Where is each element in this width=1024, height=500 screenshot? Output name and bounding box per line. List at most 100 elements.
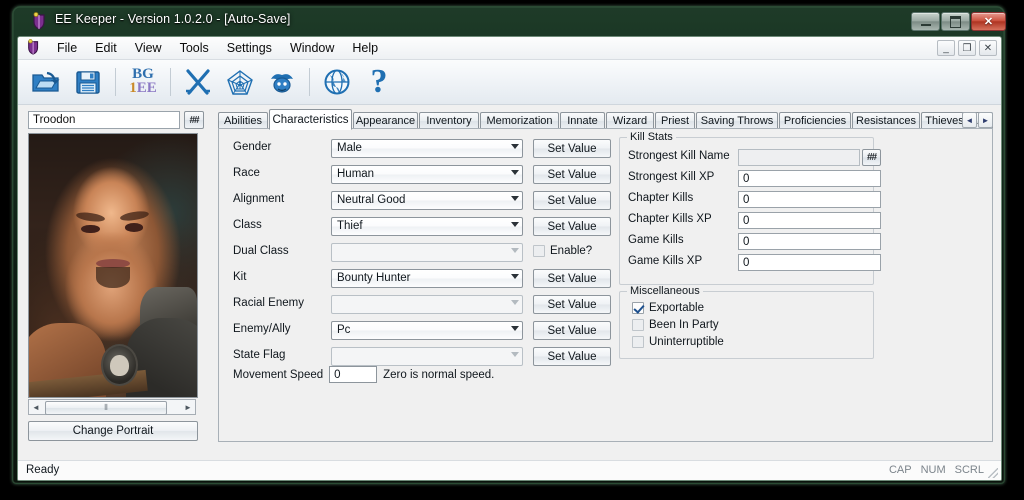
- globe-icon[interactable]: [317, 62, 357, 102]
- menu-item-tools[interactable]: Tools: [171, 39, 218, 57]
- enemy-ally-combobox[interactable]: Pc: [331, 321, 523, 340]
- change-portrait-button[interactable]: Change Portrait: [28, 421, 198, 441]
- been-in-party-label: Been In Party: [649, 319, 719, 331]
- window-title: EE Keeper - Version 1.0.2.0 - [Auto-Save…: [55, 12, 291, 26]
- tab-scroll-prev-icon[interactable]: ◄: [962, 112, 977, 128]
- window-maximize-button[interactable]: [941, 12, 970, 31]
- tab-appearance[interactable]: Appearance: [353, 112, 418, 129]
- dual-class-combobox: [331, 243, 523, 262]
- menu-bar: File Edit View Tools Settings Window Hel…: [18, 37, 1001, 60]
- scroll-left-arrow-icon[interactable]: ◄: [29, 400, 43, 414]
- racial-enemy-set-value-button[interactable]: Set Value: [533, 295, 611, 314]
- tab-saving-throws[interactable]: Saving Throws: [696, 112, 778, 129]
- kit-set-value-button[interactable]: Set Value: [533, 269, 611, 288]
- kill-stats-group: Kill Stats Strongest Kill Name ## Strong…: [619, 131, 881, 285]
- dual-class-enable-label: Enable?: [550, 245, 593, 257]
- label-strongest-kill-name: Strongest Kill Name: [628, 150, 730, 162]
- scrollbar-thumb[interactable]: ⦀: [45, 401, 167, 415]
- alignment-value: Neutral Good: [337, 194, 406, 206]
- tab-wizard[interactable]: Wizard: [606, 112, 654, 129]
- alignment-set-value-button[interactable]: Set Value: [533, 191, 611, 210]
- gender-set-value-button[interactable]: Set Value: [533, 139, 611, 158]
- class-set-value-button[interactable]: Set Value: [533, 217, 611, 236]
- resize-grip-icon[interactable]: [988, 468, 998, 478]
- tab-priest[interactable]: Priest: [655, 112, 695, 129]
- mdi-minimize-button[interactable]: _: [937, 40, 955, 56]
- strongest-kill-name-picker-button[interactable]: ##: [862, 149, 881, 166]
- bg1ee-icon[interactable]: BG 1EE: [123, 62, 163, 102]
- tab-memorization[interactable]: Memorization: [480, 112, 559, 129]
- bg1ee-line2-one: 1: [129, 80, 137, 96]
- state-flag-set-value-button[interactable]: Set Value: [533, 347, 611, 366]
- enemy-ally-set-value-button[interactable]: Set Value: [533, 321, 611, 340]
- been-in-party-checkbox[interactable]: [632, 319, 644, 331]
- chapter-kills-input[interactable]: [738, 191, 881, 208]
- character-portrait[interactable]: [28, 133, 198, 398]
- character-name-picker-button[interactable]: ##: [184, 111, 204, 129]
- creature-head-icon[interactable]: [262, 62, 302, 102]
- menu-items: File Edit View Tools Settings Window Hel…: [48, 37, 387, 59]
- class-combobox[interactable]: Thief: [331, 217, 523, 236]
- tab-abilities[interactable]: Abilities: [218, 112, 268, 129]
- label-alignment: Alignment: [233, 193, 285, 205]
- kit-combobox[interactable]: Bounty Hunter: [331, 269, 523, 288]
- checkbox-row-exportable[interactable]: Exportable: [632, 302, 704, 314]
- checkbox-row-been-in-party[interactable]: Been In Party: [632, 319, 719, 331]
- strongest-kill-xp-input[interactable]: [738, 170, 881, 187]
- status-text: Ready: [26, 464, 60, 476]
- window-close-button[interactable]: ✕: [971, 12, 1006, 31]
- character-name-row: ##: [28, 111, 211, 129]
- tab-innate[interactable]: Innate: [560, 112, 605, 129]
- movement-speed-hint: Zero is normal speed.: [383, 368, 495, 381]
- portrait-scrollbar[interactable]: ◄ ⦀ ►: [28, 399, 196, 415]
- menu-item-view[interactable]: View: [126, 39, 171, 57]
- spider-web-icon[interactable]: [220, 62, 260, 102]
- tab-characteristics[interactable]: Characteristics: [269, 109, 352, 130]
- toolbar: BG 1EE ?: [18, 60, 1001, 105]
- menu-item-edit[interactable]: Edit: [86, 39, 126, 57]
- menu-item-settings[interactable]: Settings: [218, 39, 281, 57]
- dual-class-enable-row[interactable]: Enable?: [533, 245, 592, 257]
- race-combobox[interactable]: Human: [331, 165, 523, 184]
- tab-scroll-next-icon[interactable]: ►: [978, 112, 993, 128]
- label-gender: Gender: [233, 141, 272, 153]
- menu-item-file[interactable]: File: [48, 39, 86, 57]
- strongest-kill-name-input[interactable]: [738, 149, 860, 166]
- bg1ee-line2-ee: EE: [136, 80, 157, 96]
- tab-thieves[interactable]: Thieves: [921, 112, 968, 129]
- mdi-restore-button[interactable]: ❐: [958, 40, 976, 56]
- chapter-kills-xp-input[interactable]: [738, 212, 881, 229]
- menu-item-help[interactable]: Help: [343, 39, 387, 57]
- character-name-input[interactable]: [28, 111, 180, 129]
- gender-combobox[interactable]: Male: [331, 139, 523, 158]
- label-chapter-kills: Chapter Kills: [628, 192, 694, 204]
- save-file-icon[interactable]: [68, 62, 108, 102]
- game-kills-input[interactable]: [738, 233, 881, 250]
- crossed-swords-icon[interactable]: [178, 62, 218, 102]
- help-icon[interactable]: ?: [359, 62, 399, 102]
- status-bar: Ready CAP NUM SCRL: [18, 460, 1001, 480]
- tab-resistances[interactable]: Resistances: [852, 112, 920, 129]
- label-game-kills-xp: Game Kills XP: [628, 255, 703, 267]
- race-set-value-button[interactable]: Set Value: [533, 165, 611, 184]
- chevron-down-icon: [511, 170, 519, 175]
- mdi-close-button[interactable]: ✕: [979, 40, 997, 56]
- dual-class-enable-checkbox[interactable]: [533, 245, 545, 257]
- movement-speed-input[interactable]: [329, 366, 378, 383]
- alignment-combobox[interactable]: Neutral Good: [331, 191, 523, 210]
- state-flag-combobox: [331, 347, 523, 366]
- uninterruptible-checkbox[interactable]: [632, 336, 644, 348]
- tab-inventory[interactable]: Inventory: [419, 112, 479, 129]
- scroll-right-arrow-icon[interactable]: ►: [181, 400, 195, 414]
- window-minimize-button[interactable]: [911, 12, 940, 31]
- game-kills-xp-input[interactable]: [738, 254, 881, 271]
- exportable-checkbox[interactable]: [632, 302, 644, 314]
- portrait-image: [29, 134, 197, 397]
- open-file-icon[interactable]: [26, 62, 66, 102]
- status-indicator-scrl: SCRL: [954, 464, 984, 476]
- menu-item-window[interactable]: Window: [281, 39, 343, 57]
- tab-proficiencies[interactable]: Proficiencies: [779, 112, 851, 129]
- toolbar-separator: [309, 68, 310, 96]
- question-mark-glyph: ?: [370, 63, 388, 100]
- checkbox-row-uninterruptible[interactable]: Uninterruptible: [632, 336, 724, 348]
